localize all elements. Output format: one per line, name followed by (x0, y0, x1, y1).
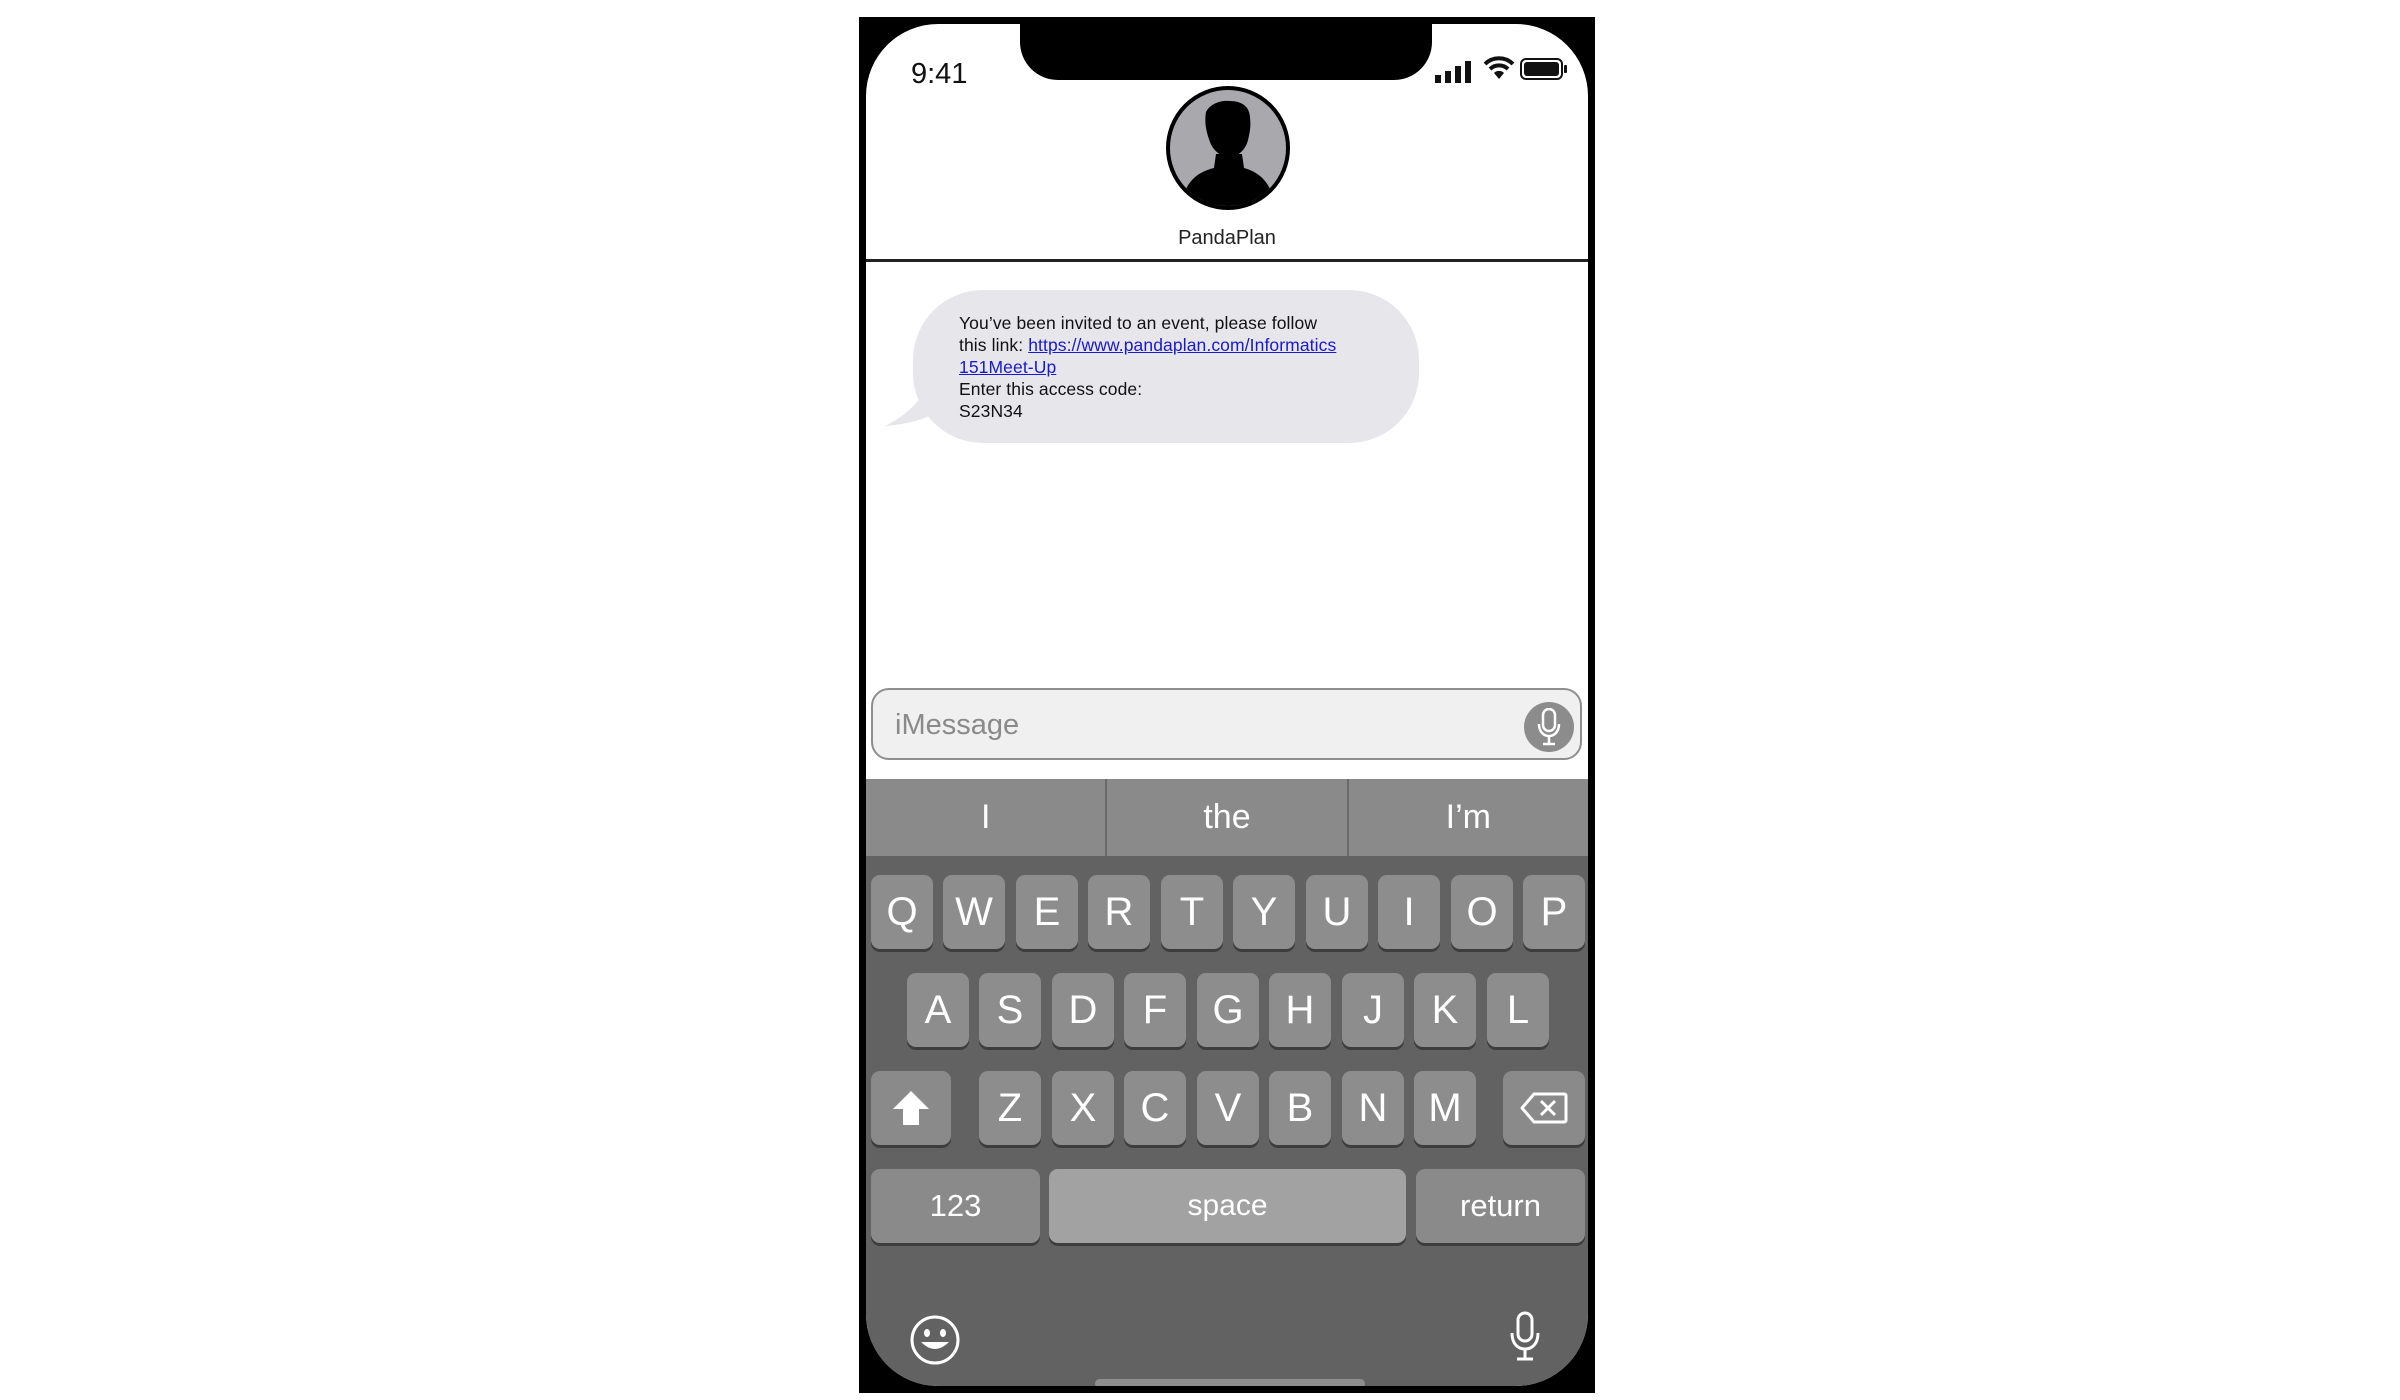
key[interactable]: Q (871, 875, 933, 949)
numbers-key[interactable]: 123 (871, 1169, 1040, 1243)
key[interactable]: A (907, 973, 969, 1047)
key[interactable]: G (1197, 973, 1259, 1047)
message-line: 151Meet-Up (959, 356, 1389, 378)
header-divider (866, 259, 1588, 262)
key[interactable]: R (1088, 875, 1150, 949)
status-time: 9:41 (911, 58, 968, 90)
prediction-item[interactable]: I’m (1349, 779, 1588, 856)
key[interactable]: W (943, 875, 1005, 949)
space-key[interactable]: space (1049, 1169, 1406, 1243)
backspace-key[interactable] (1503, 1071, 1585, 1145)
phone-frame: 9:41 PandaPlan You’ve been invited to an… (859, 17, 1595, 1393)
message-text: this link: (959, 335, 1029, 355)
signal-icon (1435, 61, 1471, 83)
home-indicator (1095, 1379, 1365, 1386)
battery-icon (1520, 58, 1567, 80)
message-line: You’ve been invited to an event, please … (959, 313, 1318, 333)
key[interactable]: H (1269, 973, 1331, 1047)
imessage-input[interactable]: iMessage (871, 688, 1582, 760)
key[interactable]: P (1523, 875, 1585, 949)
key[interactable]: Z (979, 1071, 1041, 1145)
key[interactable]: M (1414, 1071, 1476, 1145)
access-code: S23N34 (959, 401, 1023, 421)
wifi-icon (1483, 56, 1515, 79)
key[interactable]: T (1161, 875, 1223, 949)
key[interactable]: V (1197, 1071, 1259, 1145)
prediction-item[interactable]: I (866, 779, 1105, 856)
key[interactable]: Y (1233, 875, 1295, 949)
key[interactable]: X (1052, 1071, 1114, 1145)
key[interactable]: C (1124, 1071, 1186, 1145)
screen: 9:41 PandaPlan You’ve been invited to an… (866, 24, 1588, 1386)
microphone-icon (1537, 708, 1561, 746)
prediction-item[interactable]: the (1107, 779, 1346, 856)
key[interactable]: B (1269, 1071, 1331, 1145)
key[interactable]: F (1124, 973, 1186, 1047)
key[interactable]: I (1378, 875, 1440, 949)
shift-arrow-icon (893, 1091, 929, 1125)
key[interactable]: J (1342, 973, 1404, 1047)
message-line: this link: https://www.pandaplan.com/Inf… (959, 334, 1389, 356)
message-line: Enter this access code: (959, 379, 1143, 399)
message-link-continued[interactable]: 151Meet-Up (959, 357, 1056, 377)
keyboard: I the I’m Q W E R T Y U I O P A S D F G … (866, 779, 1588, 1386)
key[interactable]: E (1016, 875, 1078, 949)
contact-avatar[interactable] (1166, 86, 1290, 210)
notch (1020, 24, 1432, 80)
person-silhouette-icon (1180, 100, 1276, 206)
dictation-button[interactable] (1524, 702, 1574, 752)
key[interactable]: N (1342, 1071, 1404, 1145)
key[interactable]: K (1414, 973, 1476, 1047)
key[interactable]: D (1052, 973, 1114, 1047)
key[interactable]: L (1487, 973, 1549, 1047)
return-key[interactable]: return (1416, 1169, 1585, 1243)
key[interactable]: O (1451, 875, 1513, 949)
input-placeholder: iMessage (895, 709, 1020, 741)
microphone-icon[interactable] (1508, 1311, 1542, 1363)
message-bubble: You’ve been invited to an event, please … (913, 290, 1419, 443)
backspace-icon (1520, 1092, 1568, 1124)
shift-key[interactable] (871, 1071, 951, 1145)
message-link[interactable]: https://www.pandaplan.com/Informatics (1028, 335, 1336, 355)
key[interactable]: S (979, 973, 1041, 1047)
emoji-icon[interactable] (909, 1314, 961, 1366)
key[interactable]: U (1306, 875, 1368, 949)
contact-name: PandaPlan (1178, 227, 1276, 249)
predictive-bar: I the I’m (866, 779, 1588, 856)
